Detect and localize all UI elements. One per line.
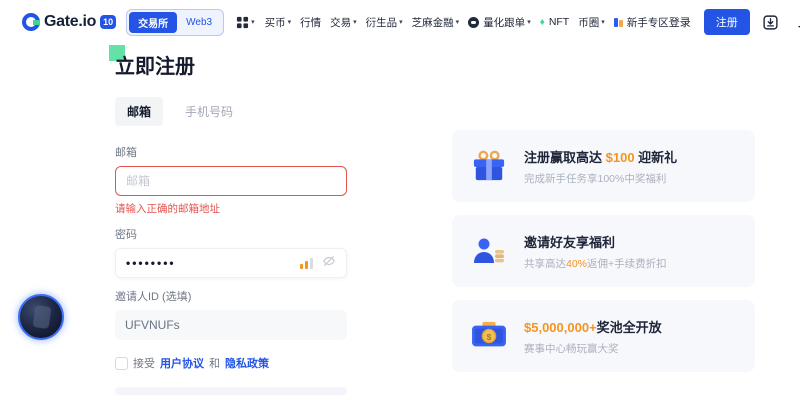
main-content: 立即注册 邮箱 手机号码 邮箱 请输入正确的邮箱地址 密码 ••••••••: [0, 44, 800, 415]
promo-subtitle: 赛事中心畅玩赢大奖: [524, 341, 662, 356]
page-title: 立即注册: [115, 50, 347, 79]
download-app-icon[interactable]: [763, 14, 779, 30]
nav-markets[interactable]: 行情: [300, 15, 321, 30]
nav-label: 交易: [330, 15, 351, 30]
nav-label: 币圈: [578, 15, 599, 30]
nav-label: 芝麻金融: [412, 15, 454, 30]
email-input[interactable]: [115, 166, 347, 196]
agreement-row: 接受 用户协议 和 隐私政策: [115, 355, 347, 371]
password-input[interactable]: ••••••••: [115, 248, 347, 278]
svg-text:$: $: [487, 332, 492, 342]
register-submit-button[interactable]: [115, 387, 347, 395]
gateio-logo[interactable]: Gate.io 10: [22, 13, 116, 31]
password-label: 密码: [115, 226, 347, 242]
nav-derivatives[interactable]: 衍生品 ▾: [366, 15, 403, 30]
top-nav: Gate.io 10 交易所 Web3 ▾ 买币 ▾ 行情 交易 ▾: [0, 0, 800, 44]
anniversary-badge: 10: [100, 15, 116, 29]
nav-label: 量化跟单: [483, 15, 525, 30]
chevron-down-icon: ▾: [601, 18, 605, 26]
support-chat-widget[interactable]: [18, 294, 64, 340]
nav-label: 新手专区: [627, 15, 669, 30]
register-form: 立即注册 邮箱 手机号码 邮箱 请输入正确的邮箱地址 密码 ••••••••: [115, 50, 347, 395]
nav-label: 行情: [300, 15, 321, 30]
toggle-web3[interactable]: Web3: [177, 14, 221, 31]
logo-text: Gate.io: [44, 13, 96, 31]
agreement-prefix: 接受: [133, 355, 155, 371]
chevron-down-icon: ▾: [288, 18, 292, 26]
privacy-link[interactable]: 隐私政策: [225, 355, 269, 371]
tab-phone[interactable]: 手机号码: [173, 97, 245, 126]
nav-buy-crypto[interactable]: 买币 ▾: [265, 15, 292, 30]
prize-pool-icon: $: [470, 320, 508, 352]
register-button[interactable]: 注册: [704, 9, 750, 35]
copy-trading-icon: [468, 17, 479, 28]
agreement-conjunction: 和: [209, 355, 220, 371]
email-error-message: 请输入正确的邮箱地址: [115, 201, 347, 216]
promo-card-welcome-gift[interactable]: 注册赢取高达 $100 迎新礼 完成新手任务享100%中奖福利: [452, 130, 755, 202]
promo-text: 邀请好友享福利 共享高达40%返佣+手续费折扣: [524, 232, 667, 271]
apps-grid-button[interactable]: ▾: [236, 16, 255, 29]
register-method-tabs: 邮箱 手机号码: [115, 97, 347, 126]
promo-subtitle: 完成新手任务享100%中奖福利: [524, 171, 677, 186]
promo-text: $5,000,000+奖池全开放 赛事中心畅玩赢大奖: [524, 317, 662, 356]
chevron-down-icon: ▾: [251, 18, 255, 26]
inviter-id-input[interactable]: [115, 310, 347, 340]
nav-nft[interactable]: ♦ NFT: [540, 16, 570, 28]
promo-card-prize-pool[interactable]: $ $5,000,000+奖池全开放 赛事中心畅玩赢大奖: [452, 300, 755, 372]
newbie-zone-icon: [614, 18, 623, 27]
promo-title: 邀请好友享福利: [524, 232, 667, 251]
promo-title: 注册赢取高达 $100 迎新礼: [524, 147, 677, 166]
promo-title: $5,000,000+奖池全开放: [524, 317, 662, 336]
main-menu: 买币 ▾ 行情 交易 ▾ 衍生品 ▾ 芝麻金融 ▾ 量化跟单 ▾: [265, 15, 669, 30]
nav-finance[interactable]: 芝麻金融 ▾: [412, 15, 460, 30]
nav-label: 买币: [265, 15, 286, 30]
gateio-register-page: Gate.io 10 交易所 Web3 ▾ 买币 ▾ 行情 交易 ▾: [0, 0, 800, 415]
promo-subtitle: 共享高达40%返佣+手续费折扣: [524, 256, 667, 271]
chevron-down-icon: ▾: [456, 18, 460, 26]
chevron-down-icon: ▾: [353, 18, 357, 26]
login-link[interactable]: 登录: [669, 14, 691, 30]
gateio-logo-icon: [22, 13, 40, 31]
product-toggle: 交易所 Web3: [126, 9, 224, 36]
nav-label: NFT: [549, 16, 569, 28]
password-masked-value: ••••••••: [126, 257, 300, 269]
password-strength-indicator: [300, 258, 313, 269]
chevron-down-icon: ▾: [527, 18, 531, 26]
eye-visibility-icon[interactable]: [322, 254, 336, 273]
email-label: 邮箱: [115, 144, 347, 160]
nav-copy-trading[interactable]: 量化跟单 ▾: [468, 15, 531, 30]
header-actions: 登录 注册: [669, 9, 800, 35]
promo-list: 注册赢取高达 $100 迎新礼 完成新手任务享100%中奖福利: [452, 130, 755, 385]
invite-friends-icon: [470, 235, 508, 267]
nav-newbie-zone[interactable]: 新手专区: [614, 15, 669, 30]
theme-moon-icon[interactable]: [792, 14, 800, 30]
nav-crypto-circle[interactable]: 币圈 ▾: [578, 15, 605, 30]
nft-gem-icon: ♦: [540, 17, 545, 28]
apps-grid-icon: [236, 16, 249, 29]
promo-text: 注册赢取高达 $100 迎新礼 完成新手任务享100%中奖福利: [524, 147, 677, 186]
inviter-id-label: 邀请人ID (选填): [115, 288, 347, 304]
tab-email[interactable]: 邮箱: [115, 97, 163, 126]
nav-label: 衍生品: [366, 15, 398, 30]
terms-link[interactable]: 用户协议: [160, 355, 204, 371]
promo-card-invite-friends[interactable]: 邀请好友享福利 共享高达40%返佣+手续费折扣: [452, 215, 755, 287]
gift-icon: [470, 149, 508, 183]
toggle-exchange[interactable]: 交易所: [129, 12, 177, 33]
nav-trade[interactable]: 交易 ▾: [330, 15, 357, 30]
chevron-down-icon: ▾: [399, 18, 403, 26]
agreement-checkbox[interactable]: [115, 357, 128, 370]
